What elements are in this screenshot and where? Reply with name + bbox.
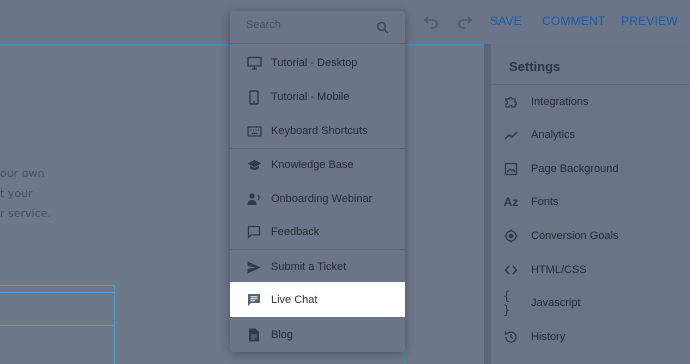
settings-title: Settings — [509, 59, 561, 74]
comment-button[interactable]: COMMENT — [542, 14, 605, 28]
settings-item-javascript[interactable]: { } Javascript — [503, 289, 581, 317]
mobile-icon — [246, 89, 262, 105]
settings-item-page-background[interactable]: Page Background — [503, 157, 618, 181]
settings-item-label: HTML/CSS — [531, 264, 587, 276]
menu-item-label: Onboarding Webinar — [271, 193, 373, 205]
canvas-text-line: r service. — [0, 207, 51, 220]
form-field-outline[interactable] — [0, 292, 115, 326]
help-dropdown-menu: Tutorial - Desktop Tutorial - Mobile Key… — [230, 11, 405, 352]
menu-item-blog[interactable]: Blog — [230, 318, 405, 352]
search-input[interactable] — [246, 19, 376, 31]
menu-item-onboarding-webinar[interactable]: Onboarding Webinar — [230, 182, 405, 216]
chat-icon — [246, 292, 262, 308]
menu-item-keyboard-shortcuts[interactable]: Keyboard Shortcuts — [230, 114, 405, 148]
redo-icon[interactable] — [456, 12, 474, 30]
menu-item-label: Blog — [271, 329, 294, 341]
history-icon — [503, 329, 519, 345]
menu-item-live-chat[interactable]: Live Chat — [230, 282, 405, 317]
puzzle-icon — [503, 94, 519, 110]
font-icon: Az — [503, 195, 519, 209]
menu-item-label: Tutorial - Mobile — [271, 91, 350, 103]
comment-icon — [246, 224, 262, 240]
image-icon — [503, 161, 519, 177]
menu-item-feedback[interactable]: Feedback — [230, 215, 405, 249]
undo-icon[interactable] — [422, 12, 440, 30]
divider — [491, 84, 690, 85]
settings-item-html-css[interactable]: HTML/CSS — [503, 258, 587, 282]
menu-item-submit-ticket[interactable]: Submit a Ticket — [230, 250, 405, 284]
settings-item-fonts[interactable]: Az Fonts — [503, 190, 559, 214]
braces-icon: { } — [503, 289, 511, 317]
settings-panel: Settings Integrations Analytics Page Bac… — [490, 44, 690, 364]
settings-item-label: History — [531, 331, 566, 343]
save-button[interactable]: SAVE — [490, 14, 522, 28]
menu-item-label: Knowledge Base — [271, 159, 354, 171]
menu-item-label: Live Chat — [271, 293, 318, 306]
settings-item-conversion-goals[interactable]: Conversion Goals — [503, 224, 618, 248]
trend-icon — [503, 127, 519, 143]
desktop-icon — [246, 55, 262, 71]
code-icon — [503, 262, 519, 278]
settings-item-history[interactable]: History — [503, 325, 565, 349]
menu-item-tutorial-mobile[interactable]: Tutorial - Mobile — [230, 80, 405, 114]
menu-item-tutorial-desktop[interactable]: Tutorial - Desktop — [230, 46, 405, 80]
settings-item-label: Conversion Goals — [531, 230, 619, 242]
canvas-text-line: t your — [0, 187, 33, 200]
settings-item-integrations[interactable]: Integrations — [503, 90, 588, 114]
send-icon — [246, 259, 262, 275]
menu-item-knowledge-base[interactable]: Knowledge Base — [230, 148, 405, 182]
settings-item-analytics[interactable]: Analytics — [503, 123, 575, 147]
target-icon — [503, 228, 519, 244]
menu-item-label: Submit a Ticket — [271, 261, 347, 273]
settings-item-label: Page Background — [531, 163, 619, 175]
settings-item-label: Fonts — [531, 196, 559, 208]
preview-button[interactable]: PREVIEW — [621, 14, 678, 28]
divider — [230, 43, 405, 44]
menu-item-label: Feedback — [271, 226, 320, 238]
webinar-icon — [246, 191, 262, 207]
document-icon — [246, 327, 262, 343]
graduation-cap-icon — [246, 157, 262, 173]
settings-item-label: Javascript — [531, 297, 581, 309]
settings-item-label: Analytics — [531, 129, 576, 141]
help-search — [230, 11, 405, 43]
menu-item-label: Tutorial - Desktop — [271, 57, 358, 69]
search-icon[interactable] — [376, 21, 390, 35]
settings-item-label: Integrations — [531, 96, 589, 108]
keyboard-icon — [246, 123, 262, 139]
canvas-text-line: our own — [0, 167, 45, 180]
menu-item-label: Keyboard Shortcuts — [271, 125, 368, 137]
